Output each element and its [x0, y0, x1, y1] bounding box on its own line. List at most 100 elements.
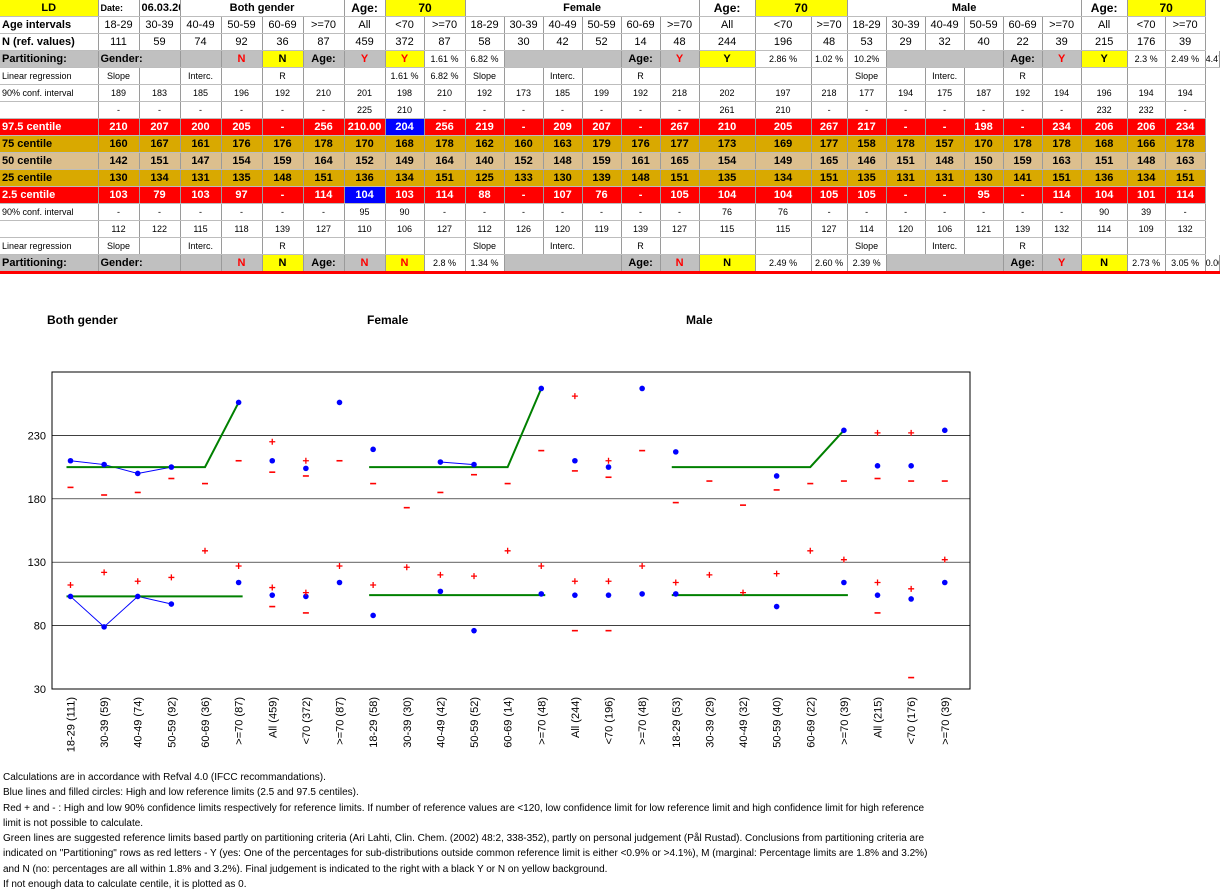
interval-header: >=70	[303, 16, 345, 34]
upper-limit-point	[672, 449, 679, 455]
value-cell: 175	[925, 84, 965, 102]
value-cell: -	[180, 101, 222, 119]
value-cell: -	[1165, 203, 1206, 221]
value-cell: 115	[755, 220, 812, 238]
age-label: Age:	[1003, 254, 1043, 274]
n-value: 30	[504, 33, 544, 51]
interc-label: Interc.	[925, 67, 965, 85]
upper-limit-point	[941, 427, 948, 434]
pct-cell: 6.82 %	[465, 50, 505, 68]
value-cell: 198	[385, 84, 425, 102]
n-value: 29	[886, 33, 926, 51]
cell	[964, 237, 1004, 255]
value-cell: 114	[424, 186, 466, 204]
value-cell: -	[582, 101, 622, 119]
partition-flag: Y	[1042, 254, 1082, 274]
n-value: 52	[582, 33, 622, 51]
value-cell: 178	[886, 135, 926, 153]
value-cell: 76	[699, 203, 756, 221]
y-tick-label: 230	[28, 430, 46, 442]
value-cell: 90	[1081, 203, 1128, 221]
final-flag: N	[262, 254, 304, 274]
age-label: Age:	[303, 50, 345, 68]
cell	[699, 67, 756, 85]
x-tick-label: 50-59 (40)	[772, 697, 784, 748]
value-cell: 118	[221, 220, 263, 238]
value-cell: 141	[1003, 169, 1043, 187]
value-cell: 161	[621, 152, 661, 170]
n-value: 40	[964, 33, 1004, 51]
x-tick-label: 40-49 (74)	[133, 697, 145, 748]
value-cell: 170	[344, 135, 386, 153]
pct-cell: 2.39 %	[847, 254, 887, 274]
x-tick-label: >=70 (48)	[637, 697, 649, 745]
table-row: N (ref. values) 111 59 74 92 36 87 459 372 87 58 30…	[0, 33, 1220, 51]
value-cell: -	[925, 203, 965, 221]
value-cell: 151	[424, 169, 466, 187]
n-value: 215	[1081, 33, 1128, 51]
upper-limit-point	[841, 427, 847, 434]
table-row: 50 centile 142 151 147 154 159 164 152 149 164 140…	[0, 152, 1220, 170]
cell	[1042, 67, 1082, 85]
value-cell: 201	[344, 84, 386, 102]
value-cell: 206	[1127, 118, 1166, 136]
value-cell: -	[221, 203, 263, 221]
n-value: 48	[660, 33, 700, 51]
x-tick-label: 60-69 (36)	[200, 697, 212, 748]
value-cell: 104	[1081, 186, 1128, 204]
cell	[385, 237, 425, 255]
value-cell: 234	[1042, 118, 1082, 136]
pct-cell: 0.00 %	[1205, 254, 1220, 274]
row-label	[0, 220, 99, 238]
upper-limit-point	[538, 385, 545, 392]
value-cell: 158	[847, 135, 887, 153]
value-cell: 165	[811, 152, 848, 170]
footnotes: Calculations are in accordance with Refv…	[3, 770, 1018, 891]
n-value: 39	[1042, 33, 1082, 51]
pct-cell: 4.47 %	[1205, 50, 1220, 68]
value-cell: 207	[582, 118, 622, 136]
value-cell: 199	[582, 84, 622, 102]
pct-cell: 1.61 %	[385, 67, 425, 85]
value-cell: 198	[964, 118, 1004, 136]
interval-header: >=70	[1042, 16, 1082, 34]
value-cell: 152	[504, 152, 544, 170]
x-tick-label: 60-69 (14)	[503, 697, 515, 748]
pct-cell: 2.49 %	[755, 254, 812, 274]
n-value: 74	[180, 33, 222, 51]
value-cell: -	[964, 101, 1004, 119]
value-cell: 120	[543, 220, 583, 238]
value-cell: 127	[424, 220, 466, 238]
cell	[582, 237, 622, 255]
r-label: R	[621, 67, 661, 85]
upper-limit-point	[235, 399, 242, 406]
value-cell: 134	[385, 169, 425, 187]
cell	[504, 67, 544, 85]
sheet-id: LD	[0, 0, 99, 17]
x-tick-label: >=70 (39)	[940, 697, 952, 745]
n-value: 176	[1127, 33, 1166, 51]
value-cell: -	[262, 203, 304, 221]
pct-cell: 2.60 %	[811, 254, 848, 274]
value-cell: 148	[543, 152, 583, 170]
interval-header: <70	[385, 16, 425, 34]
x-tick-label: All (244)	[570, 697, 582, 738]
x-tick-label: >=70 (48)	[536, 697, 548, 745]
value-cell: 114	[1081, 220, 1128, 238]
cell	[139, 67, 181, 85]
interval-header: >=70	[1165, 16, 1206, 34]
value-cell: 163	[1165, 152, 1206, 170]
interval-header: 18-29	[465, 16, 505, 34]
value-cell: 126	[504, 220, 544, 238]
value-cell: 178	[1042, 135, 1082, 153]
upper-limit-point	[134, 470, 141, 477]
value-cell: 76	[755, 203, 812, 221]
cell	[344, 237, 386, 255]
value-cell: 183	[139, 84, 181, 102]
value-cell: 163	[543, 135, 583, 153]
table-row: 97.5 centile 210 207 200 205-256 210.00 204 256…	[0, 118, 1220, 136]
row-label: Partitioning:	[0, 50, 99, 68]
value-cell: -	[139, 203, 181, 221]
row-label: 75 centile	[0, 135, 99, 153]
interval-header: 40-49	[180, 16, 222, 34]
